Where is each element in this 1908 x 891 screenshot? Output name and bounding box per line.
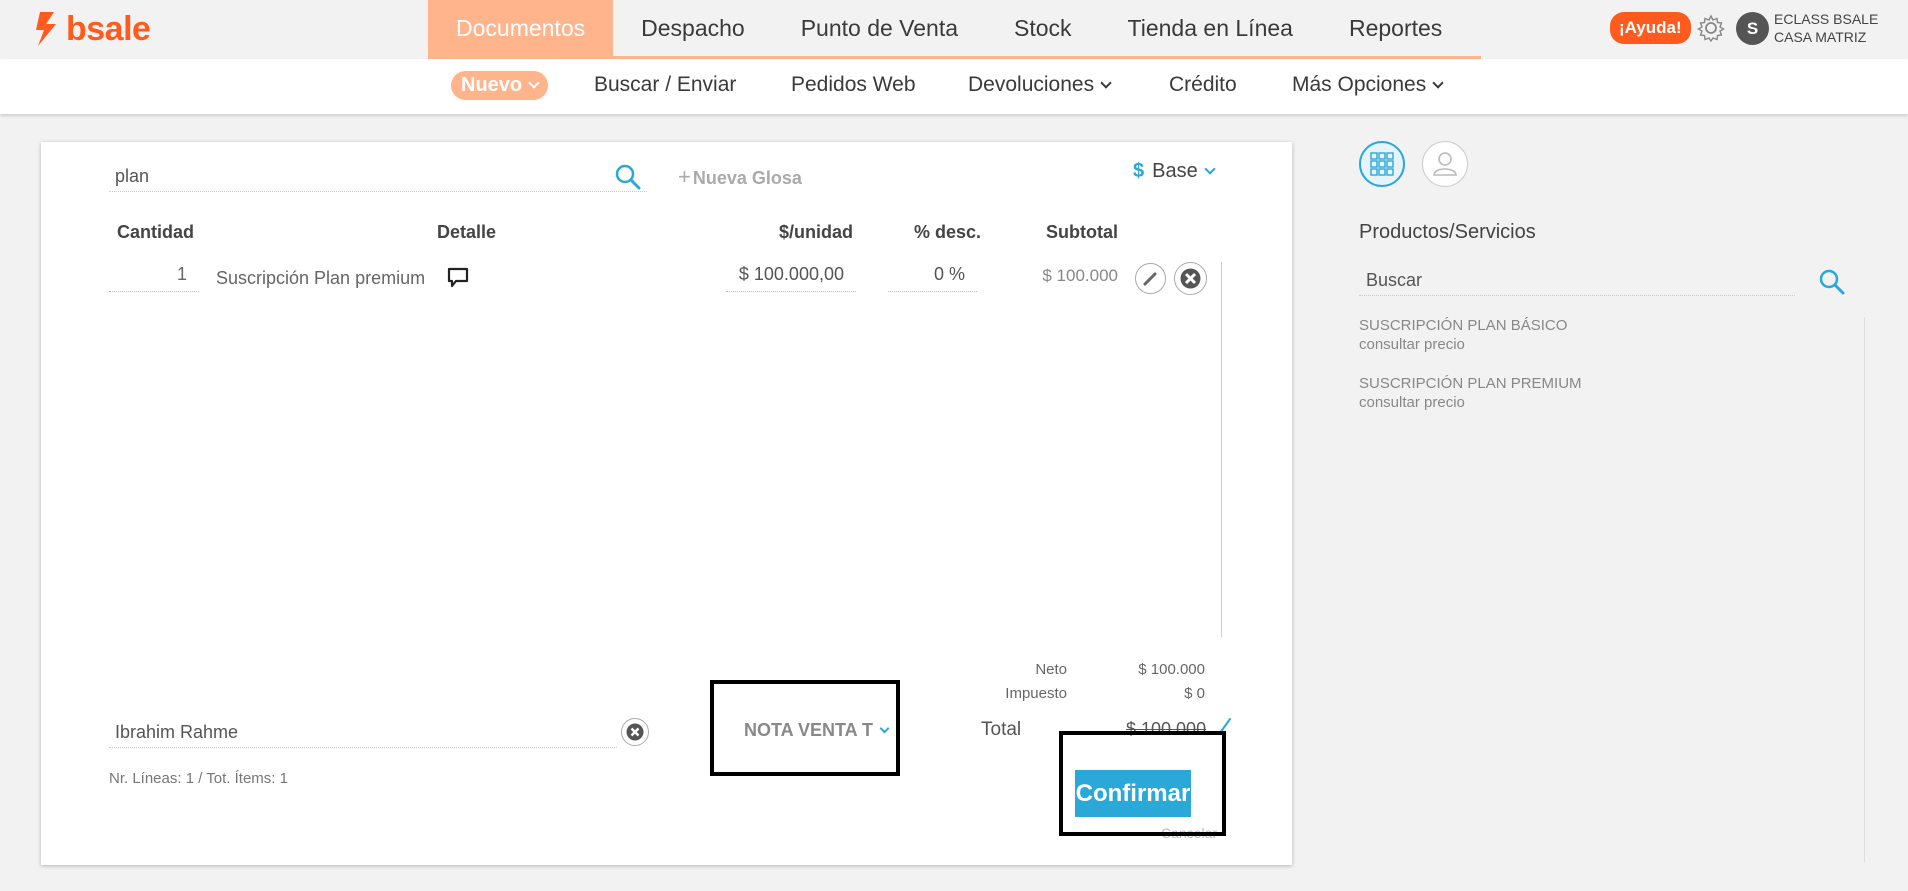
- client-view-button[interactable]: [1422, 141, 1468, 187]
- mas-opciones-label: Más Opciones: [1292, 73, 1427, 96]
- comment-icon[interactable]: [446, 266, 470, 290]
- nuevo-dropdown[interactable]: Nuevo: [451, 71, 549, 100]
- document-type-label: NOTA VENTA T: [744, 720, 873, 740]
- nav-punto-de-venta[interactable]: Punto de Venta: [773, 0, 986, 57]
- impuesto-label: Impuesto: [1005, 685, 1067, 702]
- chevron-down-icon: [1204, 163, 1216, 175]
- grid-view-button[interactable]: [1359, 141, 1405, 187]
- product-search-value: plan: [115, 166, 150, 186]
- user-icon: [1433, 152, 1457, 176]
- impuesto-value: $ 0: [1184, 685, 1205, 702]
- scroll-divider: [1864, 317, 1865, 862]
- price-list-label: Base: [1152, 160, 1198, 182]
- header-unidad: $/unidad: [779, 222, 854, 242]
- nueva-glosa-label: Nueva Glosa: [692, 168, 802, 188]
- header-subtotal: Subtotal: [1046, 222, 1118, 242]
- plus-icon: +: [678, 164, 691, 189]
- unit-price-input[interactable]: $ 100.000,00: [726, 262, 856, 292]
- chevron-down-icon: [528, 77, 540, 89]
- currency-symbol: $: [1133, 160, 1145, 182]
- sub-nav: Nuevo Buscar / Enviar Pedidos Web Devolu…: [0, 59, 1908, 114]
- bsale-logo[interactable]: bsale: [34, 10, 151, 48]
- product-search-input[interactable]: plan: [109, 162, 647, 192]
- chevron-down-icon: [1100, 77, 1112, 89]
- nav-documentos[interactable]: Documentos: [428, 0, 614, 57]
- product-item[interactable]: SUSCRIPCIÓN PLAN PREMIUM consultar preci…: [1359, 374, 1582, 412]
- document-card: plan + Nueva Glosa $ Base Cantidad Detalle…: [41, 142, 1292, 865]
- chevron-down-icon: [879, 723, 890, 734]
- product-item[interactable]: SUSCRIPCIÓN PLAN BÁSICO consultar precio: [1359, 316, 1567, 354]
- products-title: Productos/Servicios: [1359, 221, 1536, 243]
- scroll-divider: [1221, 262, 1222, 637]
- subnav-devoluciones[interactable]: Devoluciones: [968, 73, 1112, 97]
- price-list-dropdown[interactable]: $ Base: [1133, 160, 1216, 183]
- lines-info: Nr. Líneas: 1 / Tot. Ítems: 1: [109, 770, 288, 787]
- subnav-buscar[interactable]: Buscar / Enviar: [594, 73, 736, 97]
- products-search-value: Buscar: [1366, 270, 1423, 290]
- bsale-logo-icon: [34, 10, 60, 48]
- header-cantidad: Cantidad: [117, 222, 195, 242]
- product-price: consultar precio: [1359, 336, 1465, 353]
- nav-tienda-en-linea[interactable]: Tienda en Línea: [1100, 0, 1321, 57]
- brand-name: bsale: [66, 10, 151, 48]
- top-bar: bsale Documentos Despacho Punto de Venta…: [0, 0, 1908, 59]
- neto-label: Neto: [1035, 661, 1067, 678]
- close-icon: [1180, 268, 1201, 289]
- product-name: SUSCRIPCIÓN PLAN BÁSICO: [1359, 317, 1568, 334]
- main-nav: Documentos Despacho Punto de Venta Stock…: [428, 0, 1470, 57]
- clear-client-button[interactable]: [621, 718, 649, 746]
- quantity-input[interactable]: 1: [109, 262, 199, 292]
- line-subtotal: $ 100.000: [1042, 266, 1118, 285]
- nueva-glosa-button[interactable]: + Nueva Glosa: [678, 164, 802, 190]
- edit-line-button[interactable]: [1135, 263, 1166, 294]
- chevron-down-icon: [1432, 77, 1444, 89]
- total-label: Total: [981, 719, 1022, 740]
- products-search-input[interactable]: Buscar: [1359, 266, 1795, 296]
- nav-stock[interactable]: Stock: [986, 0, 1100, 57]
- help-button[interactable]: ¡Ayuda!: [1610, 12, 1691, 44]
- grid-icon: [1370, 152, 1394, 176]
- product-name: SUSCRIPCIÓN PLAN PREMIUM: [1359, 375, 1582, 392]
- nav-reportes[interactable]: Reportes: [1321, 0, 1470, 57]
- document-type-dropdown[interactable]: NOTA VENTA T: [744, 720, 890, 741]
- line-detail: Suscripción Plan premium: [216, 268, 426, 288]
- delete-line-button[interactable]: [1174, 262, 1207, 295]
- nuevo-label: Nuevo: [461, 74, 523, 96]
- close-icon: [626, 723, 644, 741]
- nav-despacho[interactable]: Despacho: [613, 0, 773, 57]
- search-icon[interactable]: [613, 162, 643, 192]
- neto-value: $ 100.000: [1138, 661, 1205, 678]
- subnav-mas-opciones[interactable]: Más Opciones: [1292, 73, 1444, 97]
- confirm-button[interactable]: Confirmar: [1075, 770, 1191, 817]
- company-info[interactable]: ECLASS BSALE CASA MATRIZ: [1774, 10, 1878, 46]
- subnav-pedidos-web[interactable]: Pedidos Web: [791, 73, 916, 97]
- client-input[interactable]: Ibrahim Rahme: [109, 718, 617, 748]
- subnav-credito[interactable]: Crédito: [1169, 73, 1237, 97]
- company-name: ECLASS BSALE: [1774, 11, 1879, 27]
- user-avatar[interactable]: S: [1736, 12, 1769, 45]
- devoluciones-label: Devoluciones: [968, 73, 1095, 96]
- pencil-icon: [1143, 272, 1157, 286]
- product-price: consultar precio: [1359, 394, 1465, 411]
- search-icon[interactable]: [1817, 267, 1847, 297]
- discount-input[interactable]: 0 %: [888, 262, 977, 292]
- client-value: Ibrahim Rahme: [115, 722, 239, 742]
- branch-name: CASA MATRIZ: [1774, 29, 1867, 45]
- header-detalle: Detalle: [437, 222, 497, 242]
- header-desc: % desc.: [914, 222, 982, 242]
- gear-icon[interactable]: [1696, 13, 1726, 43]
